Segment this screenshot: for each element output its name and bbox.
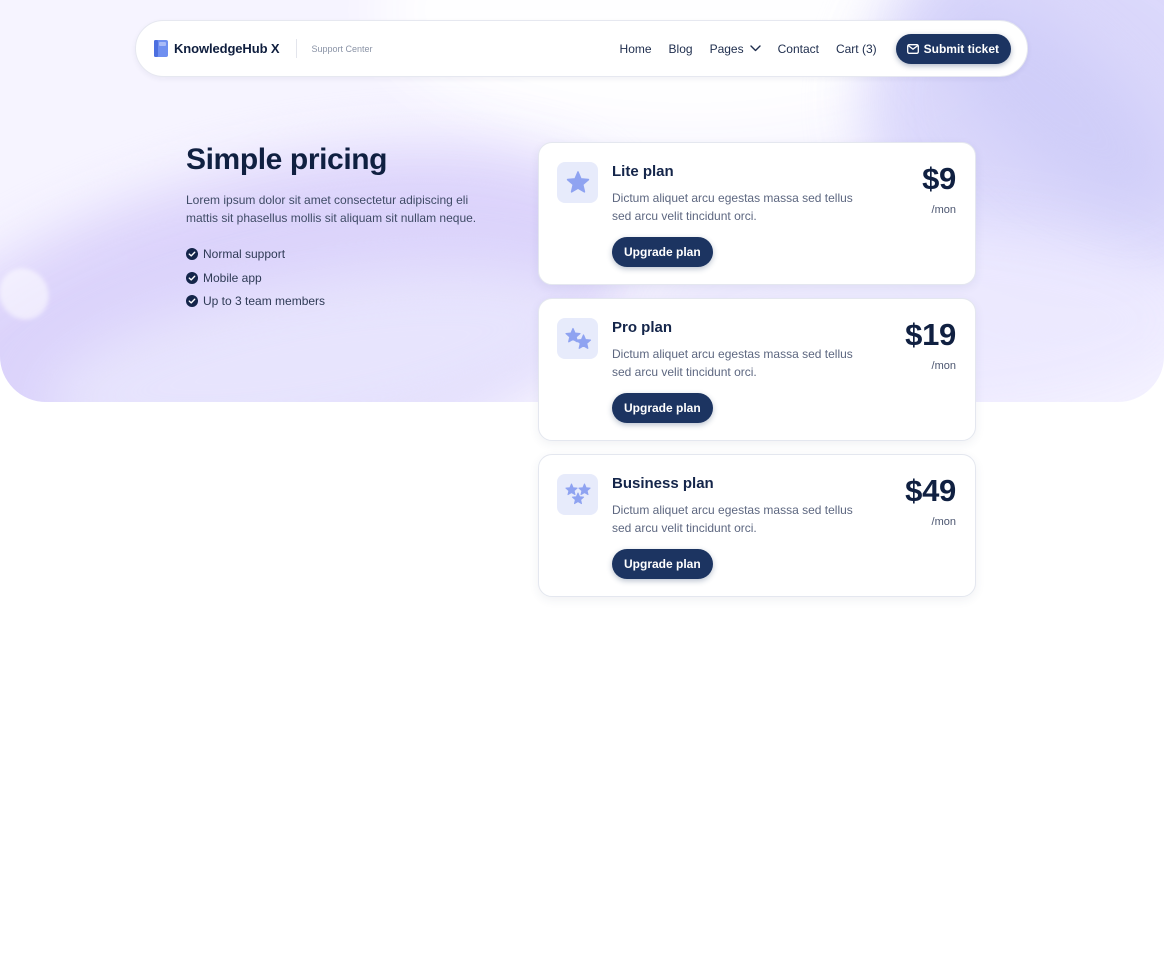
brand-divider: [295, 39, 297, 58]
pricing-intro: Simple pricing Lorem ipsum dolor sit ame…: [186, 143, 506, 316]
feature-list: Normal support Mobile app Up to 3 team m…: [186, 245, 506, 310]
feature-item: Normal support: [186, 245, 506, 263]
plan-name: Business plan: [612, 475, 714, 492]
submit-ticket-button[interactable]: Submit ticket: [895, 33, 1011, 64]
upgrade-plan-button[interactable]: Upgrade plan: [612, 549, 713, 579]
plan-price: $19: [905, 317, 956, 352]
plan-name: Pro plan: [612, 319, 673, 336]
feature-item: Mobile app: [186, 269, 506, 287]
plan-period: /mon: [931, 204, 956, 216]
plan-name: Lite plan: [612, 163, 674, 180]
page: KnowledgeHub X Support Center Home Blog …: [0, 0, 1164, 978]
brand-name: KnowledgeHub X: [174, 41, 280, 56]
plan-card-pro: Pro plan Dictum aliquet arcu egestas mas…: [538, 298, 976, 441]
chevron-down-icon: [749, 45, 761, 52]
mail-icon: [906, 43, 919, 54]
plan-description: Dictum aliquet arcu egestas massa sed te…: [612, 347, 853, 379]
single-star-icon: [566, 170, 589, 193]
two-stars-icon: [564, 327, 591, 349]
three-stars-icon: [564, 483, 591, 504]
brand[interactable]: KnowledgeHub X Support Center: [154, 39, 373, 58]
plan-icon-box: [557, 162, 598, 203]
brand-subtitle: Support Center: [311, 43, 373, 54]
check-circle-icon: [186, 248, 198, 260]
plan-icon-box: [557, 318, 598, 359]
plan-period: /mon: [931, 516, 956, 528]
plan-card-lite: Lite plan Dictum aliquet arcu egestas ma…: [538, 142, 976, 285]
nav-link-pages-label: Pages: [709, 41, 744, 56]
feature-item: Up to 3 team members: [186, 292, 506, 310]
plan-price: $49: [905, 473, 956, 508]
nav-links: Home Blog Pages Contact Cart (3) Submit …: [620, 33, 1011, 64]
plan-period: /mon: [931, 360, 956, 372]
pricing-cards: Lite plan Dictum aliquet arcu egestas ma…: [538, 142, 976, 610]
nav-link-blog[interactable]: Blog: [669, 42, 693, 56]
upgrade-plan-button[interactable]: Upgrade plan: [612, 237, 713, 267]
nav-link-home[interactable]: Home: [620, 42, 652, 56]
plan-description: Dictum aliquet arcu egestas massa sed te…: [612, 503, 853, 535]
plan-card-business: Business plan Dictum aliquet arcu egesta…: [538, 454, 976, 597]
feature-label: Mobile app: [203, 270, 262, 285]
upgrade-plan-button[interactable]: Upgrade plan: [612, 393, 713, 423]
page-title: Simple pricing: [186, 143, 388, 176]
intro-description: Lorem ipsum dolor sit amet consectetur a…: [186, 193, 477, 225]
submit-ticket-label: Submit ticket: [923, 41, 999, 56]
book-logo-icon: [154, 40, 168, 57]
feature-label: Normal support: [203, 247, 286, 261]
feature-label: Up to 3 team members: [203, 294, 326, 308]
nav-link-contact[interactable]: Contact: [778, 42, 819, 56]
nav-link-cart[interactable]: Cart (3): [836, 42, 877, 56]
check-circle-icon: [186, 271, 198, 284]
plan-price: $9: [922, 161, 956, 196]
check-circle-icon: [186, 295, 198, 307]
navbar: KnowledgeHub X Support Center Home Blog …: [135, 20, 1028, 77]
plan-description: Dictum aliquet arcu egestas massa sed te…: [612, 191, 853, 223]
nav-link-pages[interactable]: Pages: [710, 42, 761, 56]
plan-icon-box: [557, 474, 598, 515]
